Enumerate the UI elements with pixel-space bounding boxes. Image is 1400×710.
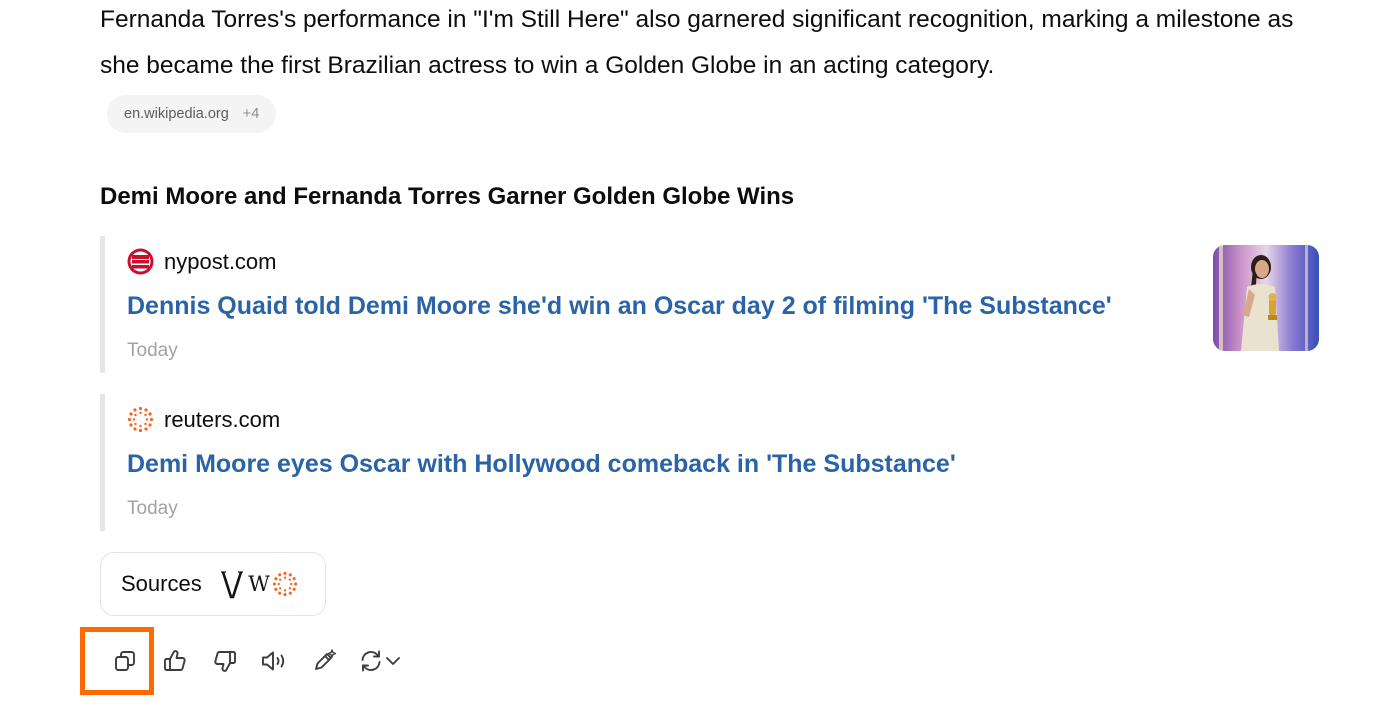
svg-text:W: W	[248, 572, 270, 596]
sources-button[interactable]: Sources W	[100, 552, 326, 616]
news-date: Today	[127, 498, 178, 519]
answer-paragraph: Fernanda Torres's performance in "I'm St…	[100, 6, 1294, 79]
citation-pill[interactable]: en.wikipedia.org +4	[107, 95, 277, 133]
chevron-down-icon	[384, 648, 402, 679]
reuters-icon	[272, 567, 298, 601]
copy-button[interactable]	[100, 640, 150, 686]
news-source-domain: nypost.com	[164, 248, 277, 274]
reuters-icon	[127, 406, 154, 433]
news-source-domain: reuters.com	[164, 406, 281, 432]
regenerate-icon	[358, 648, 384, 679]
news-card[interactable]: reuters.com Demi Moore eyes Oscar with H…	[100, 394, 1320, 531]
news-headline-link[interactable]: Dennis Quaid told Demi Moore she'd win a…	[127, 292, 1112, 321]
message-actions-toolbar	[100, 640, 410, 686]
thumbs-down-button[interactable]	[200, 640, 250, 686]
thumbs-up-icon	[162, 648, 188, 679]
news-source: nypost.com	[127, 248, 277, 275]
read-aloud-button[interactable]	[250, 640, 300, 686]
citation-domain: en.wikipedia.org	[124, 106, 229, 122]
sources-favicons: W	[220, 567, 298, 601]
read-aloud-icon	[260, 648, 290, 679]
news-headline-link[interactable]: Demi Moore eyes Oscar with Hollywood com…	[127, 450, 956, 479]
edit-icon	[311, 648, 339, 679]
copy-icon	[112, 648, 138, 679]
nypost-icon	[127, 248, 154, 275]
news-source: reuters.com	[127, 406, 280, 433]
regenerate-button[interactable]	[350, 640, 410, 686]
news-card[interactable]: nypost.com Dennis Quaid told Demi Moore …	[100, 236, 1320, 373]
vanity-fair-icon	[220, 567, 246, 601]
news-date: Today	[127, 340, 178, 361]
sources-label: Sources	[121, 571, 202, 596]
thumbs-up-button[interactable]	[150, 640, 200, 686]
news-thumbnail[interactable]	[1213, 245, 1319, 351]
edit-button[interactable]	[300, 640, 350, 686]
section-heading: Demi Moore and Fernanda Torres Garner Go…	[100, 183, 795, 210]
wikipedia-icon: W	[246, 567, 272, 601]
citation-more-count: +4	[242, 106, 260, 122]
thumbs-down-icon	[212, 648, 238, 679]
